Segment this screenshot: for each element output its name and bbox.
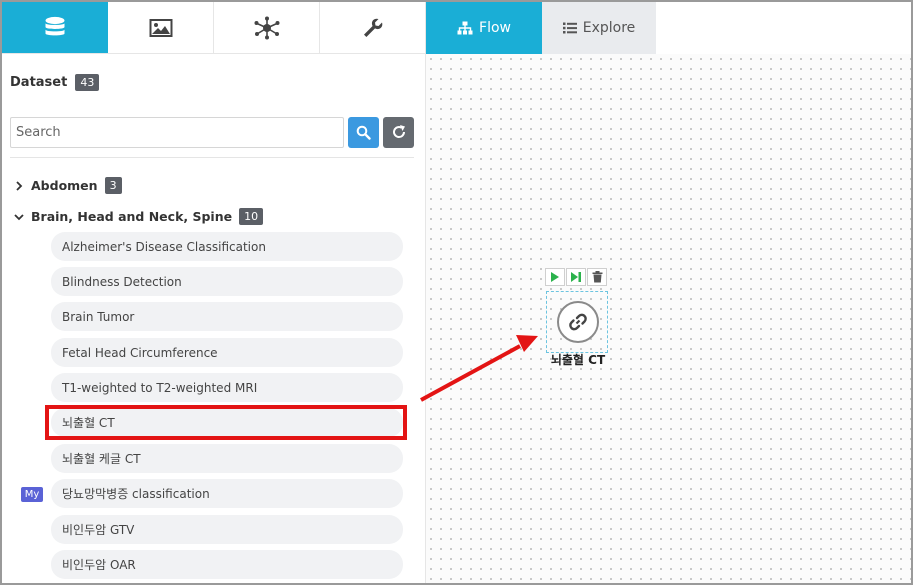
search-button[interactable] <box>348 116 379 148</box>
sitemap-icon <box>457 21 473 35</box>
refresh-icon <box>392 125 405 138</box>
group-label: Brain, Head and Neck, Spine <box>31 209 233 224</box>
my-badge: My <box>21 487 43 502</box>
link-icon <box>569 313 587 331</box>
chevron-down-icon <box>14 212 24 222</box>
search-row <box>10 116 414 148</box>
chevron-right-icon <box>14 180 24 191</box>
list-item[interactable]: 비인두암 GTV <box>51 515 403 544</box>
database-icon <box>45 16 65 35</box>
dataset-title: Dataset <box>10 75 68 90</box>
image-icon <box>149 18 172 37</box>
tab-images[interactable] <box>108 2 214 53</box>
tab-flow-label: Flow <box>479 20 511 36</box>
list-item[interactable]: Blindness Detection <box>51 267 403 296</box>
list-item[interactable]: 뇌출혈 케글 CT <box>51 444 403 473</box>
step-forward-icon <box>571 272 581 282</box>
list-icon <box>562 22 577 34</box>
list-item[interactable]: 비인두암 OAR <box>51 550 403 579</box>
tab-dataset[interactable] <box>2 2 108 53</box>
tab-network[interactable] <box>214 2 320 53</box>
list-item[interactable]: Alzheimer's Disease Classification <box>51 232 403 261</box>
run-next-button[interactable] <box>566 268 586 286</box>
group-count-badge: 10 <box>239 208 264 225</box>
refresh-button[interactable] <box>383 116 414 148</box>
list-item[interactable]: T1-weighted to T2-weighted MRI <box>51 373 403 402</box>
group-count-badge: 3 <box>104 177 122 194</box>
dataset-count-badge: 43 <box>75 74 100 91</box>
wrench-icon <box>363 18 382 37</box>
tab-tools[interactable] <box>320 2 426 53</box>
list-item[interactable]: 당뇨망막병증 classification <box>51 479 403 508</box>
list-item[interactable]: Fetal Head Circumference <box>51 338 403 367</box>
trash-icon <box>592 271 602 283</box>
search-input[interactable] <box>10 116 344 148</box>
run-button[interactable] <box>545 268 565 286</box>
node-toolbar <box>545 268 607 286</box>
tab-flow[interactable]: Flow <box>426 2 542 54</box>
view-tab-bar: Flow Explore <box>426 2 656 54</box>
dataset-header: Dataset 43 <box>10 74 100 91</box>
node-label: 뇌출혈 CT <box>550 353 606 367</box>
group-label: Abdomen <box>31 178 98 193</box>
delete-button[interactable] <box>587 268 607 286</box>
tab-explore-label: Explore <box>582 20 636 36</box>
dataset-node[interactable] <box>557 301 599 343</box>
search-icon <box>356 125 371 140</box>
group-brain-head-neck-spine[interactable]: Brain, Head and Neck, Spine 10 <box>14 208 264 225</box>
network-icon <box>254 16 279 39</box>
left-tab-bar <box>2 2 426 54</box>
app-window: Dataset 43 Abdomen <box>0 0 913 585</box>
divider <box>10 157 414 158</box>
flow-canvas[interactable] <box>426 54 911 583</box>
group-abdomen[interactable]: Abdomen 3 <box>14 177 122 194</box>
list-item[interactable]: Brain Tumor <box>51 302 403 331</box>
tab-explore[interactable]: Explore <box>542 2 656 54</box>
list-item-selected[interactable]: 뇌출혈 CT <box>51 408 403 437</box>
play-icon <box>551 272 559 282</box>
